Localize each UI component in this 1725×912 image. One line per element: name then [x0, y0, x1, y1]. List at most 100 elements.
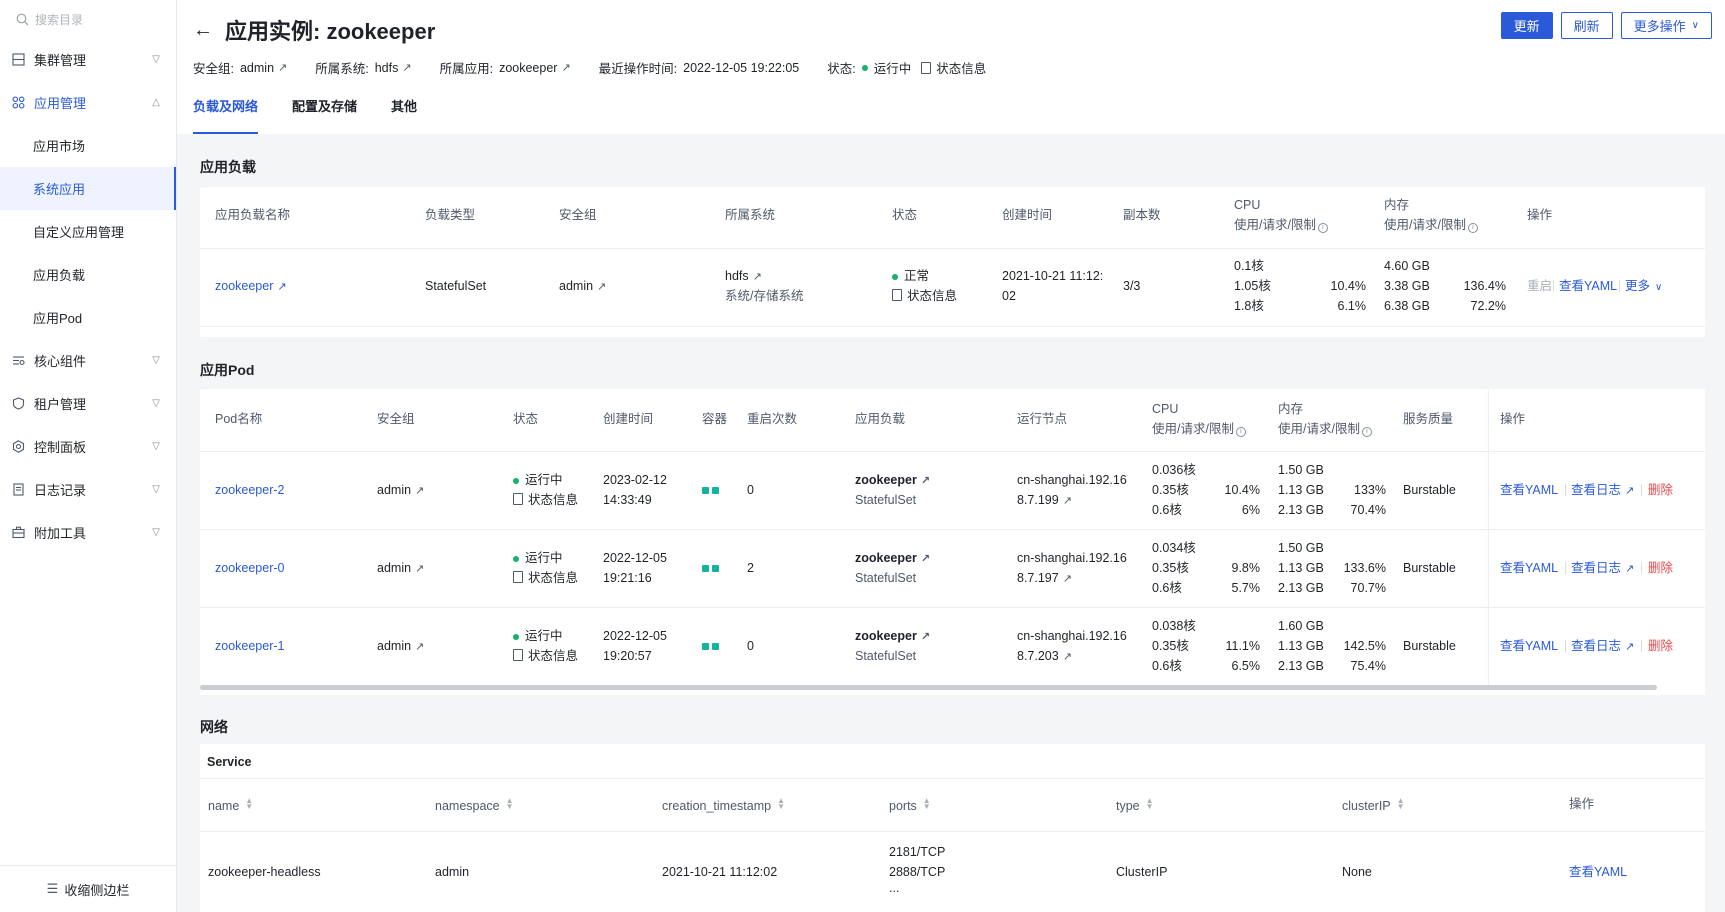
- tab-other[interactable]: 其他: [391, 96, 417, 134]
- view-yaml-link[interactable]: 查看YAML: [1500, 636, 1558, 656]
- pod-sg-link[interactable]: admin ↗: [377, 558, 424, 579]
- col-header-namespace-text[interactable]: namespace: [435, 799, 500, 813]
- external-link-icon[interactable]: ↗: [921, 549, 930, 569]
- external-link-icon[interactable]: ↗: [402, 61, 411, 74]
- view-log-link[interactable]: 查看日志 ↗: [1571, 636, 1634, 657]
- sidebar-group-tools[interactable]: 附加工具 ▽: [0, 511, 176, 554]
- refresh-button[interactable]: 刷新: [1560, 12, 1613, 39]
- external-link-icon[interactable]: ↗: [415, 559, 424, 579]
- external-link-icon[interactable]: ↗: [1625, 481, 1634, 501]
- info-icon[interactable]: i: [1361, 427, 1372, 437]
- workload-sg[interactable]: admin: [559, 279, 593, 293]
- view-log-link[interactable]: 查看日志 ↗: [1571, 558, 1634, 579]
- sidebar-group-cluster[interactable]: 集群管理 ▽: [0, 38, 176, 81]
- external-link-icon[interactable]: ↗: [921, 471, 930, 491]
- col-header-ports[interactable]: ports ▲ ▼: [889, 796, 931, 816]
- sidebar-group-logs[interactable]: 日志记录 ▽: [0, 468, 176, 511]
- pod-node-link[interactable]: 8.7.203 ↗: [1017, 646, 1072, 667]
- pod-workload[interactable]: zookeeper: [855, 473, 917, 487]
- sidebar-item-pods[interactable]: 应用Pod: [0, 296, 176, 339]
- workload-name-link[interactable]: zookeeper ↗: [215, 276, 287, 297]
- sidebar-group-control[interactable]: 控制面板 ▽: [0, 425, 176, 468]
- pod-status-info-link[interactable]: 状态信息: [513, 490, 578, 510]
- pod-status-info-link[interactable]: 状态信息: [513, 568, 578, 588]
- workload-system-link[interactable]: hdfs ↗: [725, 266, 762, 287]
- external-link-icon[interactable]: ↗: [1625, 637, 1634, 657]
- view-yaml-link[interactable]: 查看YAML: [1559, 276, 1617, 296]
- view-log-link[interactable]: 查看日志 ↗: [1571, 480, 1634, 501]
- pod-status-info-link[interactable]: 状态信息: [513, 646, 578, 666]
- info-icon[interactable]: i: [1235, 427, 1246, 437]
- col-header-cluster-ip-text[interactable]: clusterIP: [1342, 799, 1391, 813]
- view-log-label[interactable]: 查看日志: [1571, 561, 1621, 575]
- sort-icon[interactable]: ▲ ▼: [245, 797, 253, 811]
- tab-workload-network[interactable]: 负载及网络: [193, 96, 259, 134]
- pod-status-info[interactable]: 状态信息: [528, 649, 578, 663]
- sidebar-search[interactable]: 搜索目录: [0, 0, 176, 38]
- col-header-timestamp[interactable]: creation_timestamp ▲ ▼: [662, 796, 785, 816]
- delete-link[interactable]: 删除: [1648, 558, 1673, 578]
- view-yaml-link[interactable]: 查看YAML: [1569, 862, 1627, 882]
- workload-status-info-link[interactable]: 状态信息: [892, 286, 957, 306]
- pod-status-info[interactable]: 状态信息: [528, 571, 578, 585]
- external-link-icon[interactable]: ↗: [1063, 569, 1072, 589]
- pod-name-link[interactable]: zookeeper-0: [215, 558, 285, 578]
- delete-link[interactable]: 删除: [1648, 636, 1673, 656]
- external-link-icon[interactable]: ↗: [415, 481, 424, 501]
- pod-sg[interactable]: admin: [377, 561, 411, 575]
- workload-sg-link[interactable]: admin ↗: [559, 276, 606, 297]
- sidebar-item-system-apps[interactable]: 系统应用: [0, 167, 176, 210]
- external-link-icon[interactable]: ↗: [1625, 559, 1634, 579]
- pod-node-link[interactable]: 8.7.197 ↗: [1017, 568, 1072, 589]
- view-log-label[interactable]: 查看日志: [1571, 483, 1621, 497]
- status-info-link[interactable]: 状态信息: [936, 58, 986, 77]
- external-link-icon[interactable]: ↗: [561, 61, 570, 74]
- external-link-icon[interactable]: ↗: [1063, 491, 1072, 511]
- meta-app-link[interactable]: zookeeper: [499, 61, 557, 75]
- meta-system-link[interactable]: hdfs: [375, 61, 399, 75]
- col-header-namespace[interactable]: namespace ▲ ▼: [435, 796, 514, 816]
- sort-icon[interactable]: ▲ ▼: [777, 797, 785, 811]
- info-icon[interactable]: i: [1467, 223, 1478, 233]
- info-icon[interactable]: i: [1317, 223, 1328, 233]
- update-button[interactable]: 更新: [1500, 12, 1553, 39]
- pod-workload-link[interactable]: zookeeper ↗: [855, 548, 930, 569]
- sidebar-group-core[interactable]: 核心组件 ▽: [0, 339, 176, 382]
- pod-sg-link[interactable]: admin ↗: [377, 480, 424, 501]
- external-link-icon[interactable]: ↗: [921, 627, 930, 647]
- external-link-icon[interactable]: ↗: [753, 267, 762, 287]
- workload-status-info[interactable]: 状态信息: [907, 289, 957, 303]
- workload-name[interactable]: zookeeper: [215, 279, 273, 293]
- horizontal-scrollbar[interactable]: [200, 685, 1657, 690]
- sidebar-group-tenant[interactable]: 租户管理 ▽: [0, 382, 176, 425]
- back-arrow-icon[interactable]: ←: [193, 19, 213, 42]
- more-actions-button[interactable]: 更多操作 ∨: [1620, 12, 1712, 39]
- pod-node-2[interactable]: 8.7.197: [1017, 571, 1059, 585]
- col-header-type[interactable]: type ▲ ▼: [1116, 796, 1154, 816]
- view-yaml-link[interactable]: 查看YAML: [1500, 558, 1558, 578]
- workload-system[interactable]: hdfs: [725, 269, 749, 283]
- pod-status-info[interactable]: 状态信息: [528, 493, 578, 507]
- pod-workload-link[interactable]: zookeeper ↗: [855, 626, 930, 647]
- pod-name-link[interactable]: zookeeper-1: [215, 636, 285, 656]
- tab-config-storage[interactable]: 配置及存储: [292, 96, 357, 134]
- collapse-sidebar-button[interactable]: ☰ 收缩侧边栏: [0, 865, 176, 912]
- pod-workload[interactable]: zookeeper: [855, 551, 917, 565]
- pod-sg[interactable]: admin: [377, 483, 411, 497]
- col-header-ports-text[interactable]: ports: [889, 799, 917, 813]
- sort-icon[interactable]: ▲ ▼: [923, 797, 931, 811]
- external-link-icon[interactable]: ↗: [415, 637, 424, 657]
- pod-node-2[interactable]: 8.7.199: [1017, 493, 1059, 507]
- pod-workload-link[interactable]: zookeeper ↗: [855, 470, 930, 491]
- sort-icon[interactable]: ▲ ▼: [1146, 797, 1154, 811]
- pod-node-link[interactable]: 8.7.199 ↗: [1017, 490, 1072, 511]
- sidebar-item-workloads[interactable]: 应用负载: [0, 253, 176, 296]
- sort-icon[interactable]: ▲ ▼: [506, 797, 514, 811]
- pod-node-2[interactable]: 8.7.203: [1017, 649, 1059, 663]
- pod-sg-link[interactable]: admin ↗: [377, 636, 424, 657]
- sidebar-item-custom-apps[interactable]: 自定义应用管理: [0, 210, 176, 253]
- col-header-name[interactable]: name ▲ ▼: [208, 796, 253, 816]
- pod-sg[interactable]: admin: [377, 639, 411, 653]
- sidebar-item-market[interactable]: 应用市场: [0, 124, 176, 167]
- external-link-icon[interactable]: ↗: [597, 277, 606, 297]
